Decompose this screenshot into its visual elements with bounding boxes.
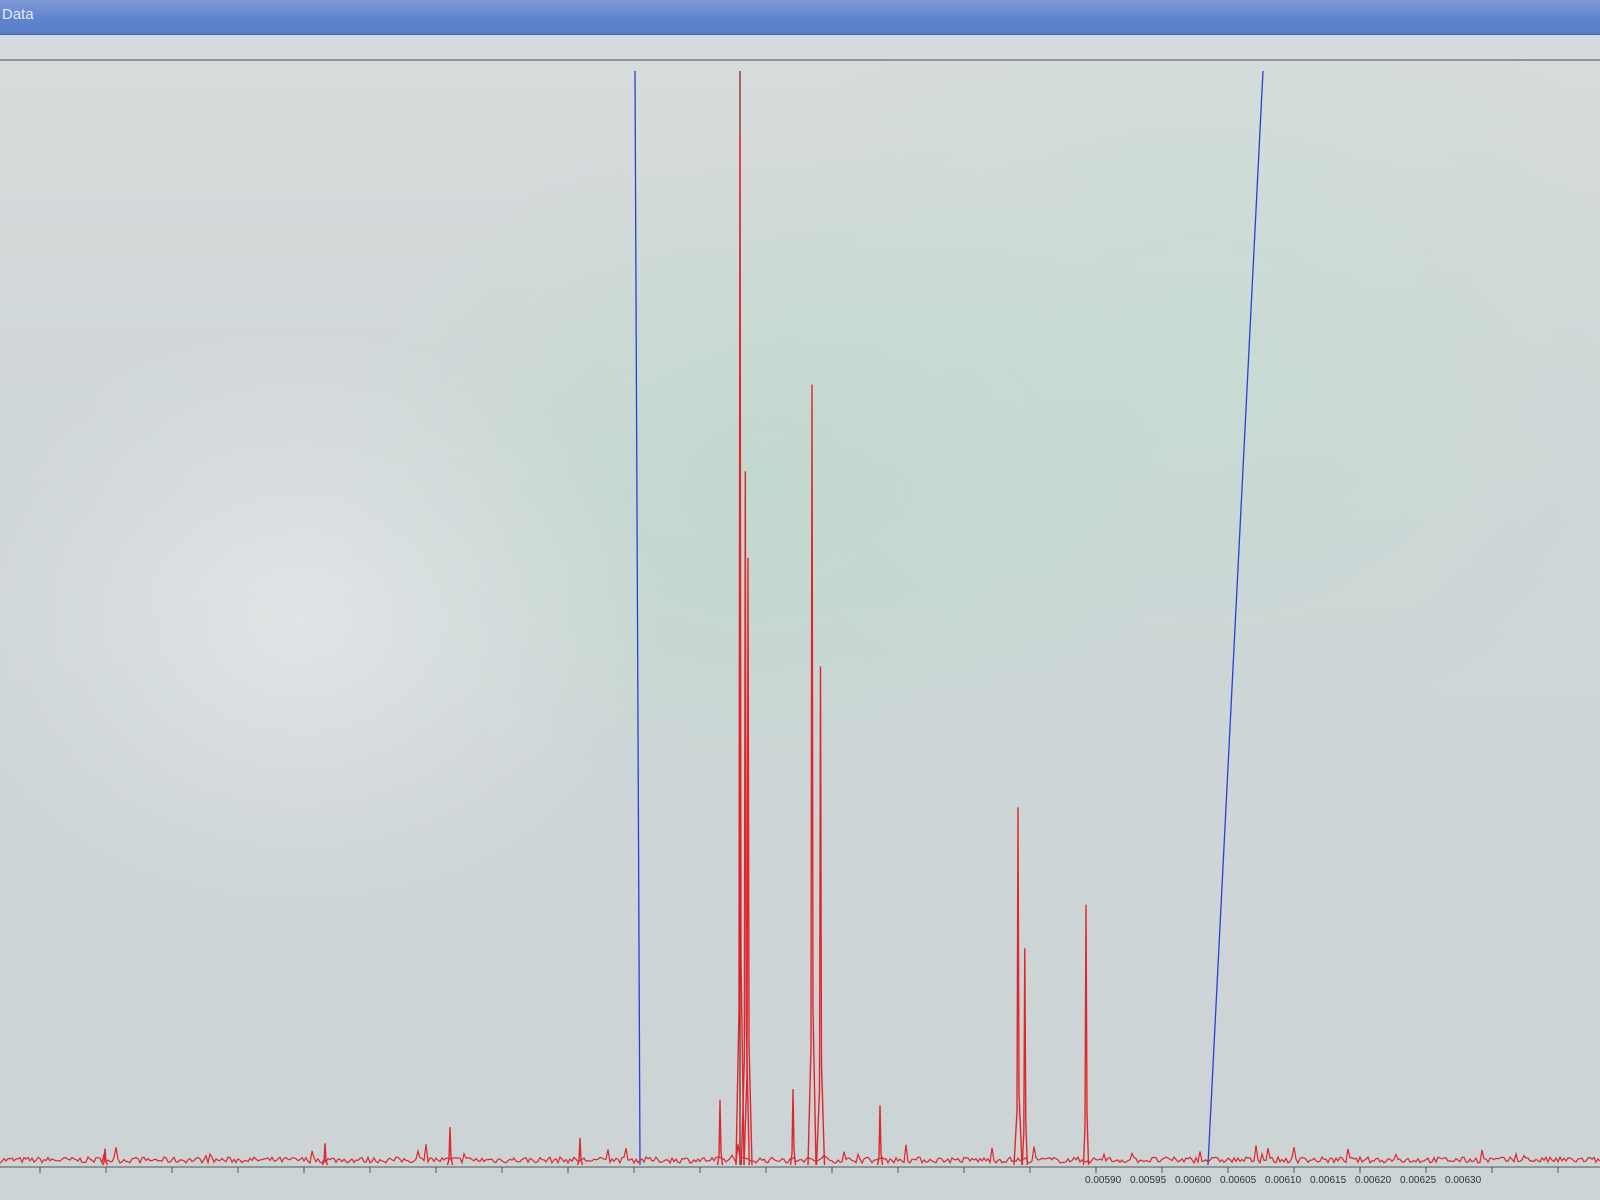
x-axis-tick-label: 0.00615 [1310,1175,1347,1186]
cursor-marker-line[interactable] [1207,70,1264,1166]
window-title: Data [2,6,34,23]
spectrum-peak [716,1099,724,1166]
x-axis-tick-label: 0.00610 [1265,1175,1302,1186]
x-axis-tick-label: 0.00620 [1355,1175,1392,1186]
cursor-marker-line[interactable] [634,70,641,1166]
x-axis-tick-label: 0.00630 [1445,1175,1482,1186]
spectrum-peak [1021,948,1028,1166]
x-axis-tick-label: 0.00600 [1175,1175,1212,1186]
spectrum-peak [876,1105,884,1166]
x-axis-tick-label: 0.00590 [1085,1175,1122,1186]
toolbar-strip [0,35,1600,61]
app-window: Data 0.00590 0.00595 0.00600 0.00605 0.00610… [0,0,1600,1200]
spectrum-baseline [0,1144,1600,1166]
x-axis-tick-label: 0.00625 [1400,1175,1437,1186]
spectrum-chart[interactable]: 0.00590 0.00595 0.00600 0.00605 0.00610 0.006… [0,61,1600,1200]
title-bar[interactable]: Data [0,0,1600,35]
spectrum-peak [1013,807,1023,1166]
spectrum-peak [807,384,817,1166]
spectrum-peak [815,666,826,1166]
spectrum-peak [789,1089,797,1166]
spectrum-peak [1082,904,1090,1166]
x-axis-tick-label: 0.00605 [1220,1175,1257,1186]
x-axis-tick-label: 0.00595 [1130,1175,1167,1186]
spectrum-plot-area[interactable]: 0.00590 0.00595 0.00600 0.00605 0.00610 0.006… [0,61,1600,1200]
